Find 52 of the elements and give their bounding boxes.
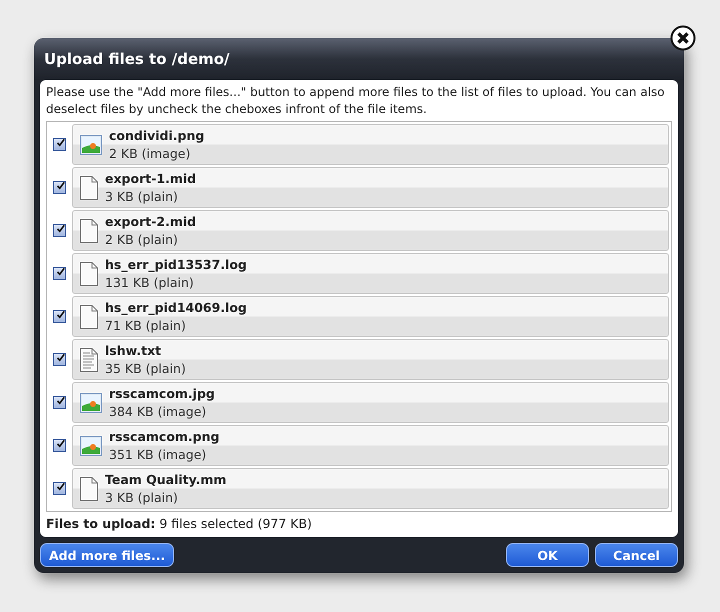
file-name: rsscamcom.jpg [109, 385, 215, 403]
image-file-icon [80, 392, 102, 412]
file-size: 3 KB (plain) [105, 188, 179, 205]
file-item[interactable]: export-2.mid 2 KB (plain) [72, 210, 669, 251]
file-item[interactable]: lshw.txt 35 KB (plain) [72, 339, 669, 380]
checkbox[interactable] [53, 482, 66, 495]
document-icon [80, 176, 98, 200]
file-name: hs_err_pid13537.log [105, 256, 247, 274]
file-name: condividi.png [109, 127, 204, 145]
file-item[interactable]: rsscamcom.jpg 384 KB (image) [72, 382, 669, 423]
file-size: 3 KB (plain) [105, 489, 179, 506]
document-icon [80, 476, 98, 500]
file-item[interactable]: export-1.mid 3 KB (plain) [72, 167, 669, 208]
checkbox[interactable] [53, 224, 66, 237]
cancel-button[interactable]: Cancel [595, 543, 678, 567]
file-name: lshw.txt [105, 342, 162, 360]
upload-summary: Files to upload: 9 files selected (977 KB) [46, 516, 313, 531]
file-name: Team Quality.mm [105, 471, 226, 489]
file-size: 384 KB (image) [109, 403, 208, 420]
checkbox[interactable] [53, 396, 66, 409]
file-size: 71 KB (plain) [105, 317, 187, 334]
file-item[interactable]: Team Quality.mm 3 KB (plain) [72, 468, 669, 509]
checkbox[interactable] [53, 181, 66, 194]
document-icon [80, 262, 98, 286]
image-file-icon [80, 134, 102, 154]
file-item[interactable]: rsscamcom.png 351 KB (image) [72, 425, 669, 466]
document-icon [80, 218, 98, 242]
image-file-icon [80, 436, 102, 456]
document-icon [80, 304, 98, 328]
file-size: 2 KB (plain) [105, 231, 179, 248]
file-size: 351 KB (image) [109, 446, 208, 463]
checkbox[interactable] [53, 267, 66, 280]
add-files-button[interactable]: Add more files... [40, 543, 174, 567]
checkbox[interactable] [53, 353, 66, 366]
instructions-text: Please use the "Add more files..." button to append more files to the list of files to upload. You can also deselect files by uncheck the cheboxes infront of the file items. [46, 84, 666, 118]
checkbox[interactable] [53, 310, 66, 323]
file-size: 131 KB (plain) [105, 274, 195, 291]
checkbox[interactable] [53, 439, 66, 452]
file-name: export-2.mid [105, 213, 196, 231]
file-name: rsscamcom.png [109, 428, 220, 446]
file-item[interactable]: condividi.png 2 KB (image) [72, 124, 669, 165]
close-icon[interactable] [670, 25, 696, 51]
file-size: 2 KB (image) [109, 145, 192, 162]
file-name: export-1.mid [105, 170, 196, 188]
file-item[interactable]: hs_err_pid14069.log 71 KB (plain) [72, 296, 669, 337]
file-item[interactable]: hs_err_pid13537.log 131 KB (plain) [72, 253, 669, 294]
window-title: Upload files to /demo/ [44, 50, 230, 68]
checkbox[interactable] [53, 138, 66, 151]
file-size: 35 KB (plain) [105, 360, 186, 377]
ok-button[interactable]: OK [506, 543, 589, 567]
file-name: hs_err_pid14069.log [105, 299, 247, 317]
text-document-icon [80, 348, 98, 372]
